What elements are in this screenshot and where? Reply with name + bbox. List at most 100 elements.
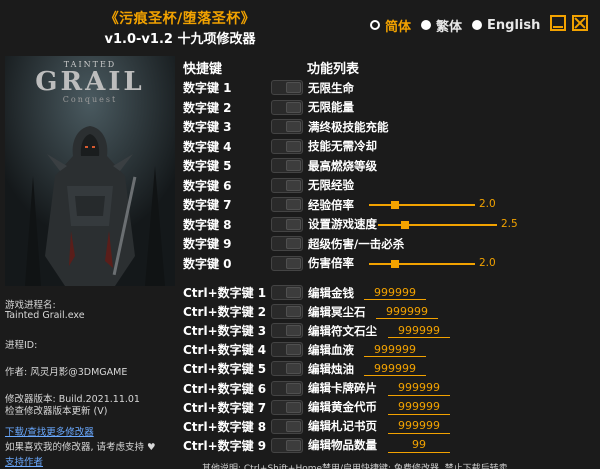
hotkey-label: Ctrl+数字键 1 <box>183 286 267 300</box>
multiplier-value: 2.0 <box>479 198 496 210</box>
edit-toggle[interactable] <box>271 285 303 300</box>
cheat-toggle[interactable] <box>271 197 303 212</box>
edit-toggle[interactable] <box>271 418 303 434</box>
value-input[interactable] <box>388 399 450 415</box>
feature-label: 编辑烛油 <box>308 361 354 376</box>
toggle-knob <box>286 160 301 171</box>
hotkey-label: 数字键 8 <box>183 217 232 232</box>
lang-traditional-label: 繁体 <box>436 19 463 35</box>
feature-label: 编辑黄金代币 <box>308 400 377 415</box>
multiplier-slider-knob[interactable] <box>391 259 399 268</box>
hotkey-label: 数字键 1 <box>183 81 232 95</box>
cheat-row: 数字键 7 经验倍率 2.0 <box>183 195 593 214</box>
cheat-row: 数字键 4 技能无需冷却 <box>183 137 593 156</box>
edit-toggle[interactable] <box>271 399 303 415</box>
download-more-link[interactable]: 下载/查找更多修改器 <box>5 424 94 438</box>
lang-simplified-label: 简体 <box>385 19 412 35</box>
hotkey-label: 数字键 6 <box>183 178 232 193</box>
lang-simplified-option[interactable]: 简体 <box>370 16 411 35</box>
feature-label: 设置游戏速度 <box>308 217 377 231</box>
support-text: 如果喜欢我的修改器, 请考虑支持 ♥ <box>5 442 156 453</box>
edit-row: Ctrl+数字键 3 编辑符文石尘 <box>183 321 593 340</box>
lang-traditional-option[interactable]: 繁体 <box>421 16 462 35</box>
support-author-link[interactable]: 支持作者 <box>5 454 43 468</box>
toggle-knob <box>286 257 301 269</box>
cheat-toggle[interactable] <box>271 255 303 271</box>
cheat-toggle[interactable] <box>271 177 303 193</box>
hotkey-label: Ctrl+数字键 5 <box>183 362 267 377</box>
cover-logo: TAINTED GRAIL Conquest <box>5 60 175 104</box>
cheat-toggle[interactable] <box>271 99 303 115</box>
hotkey-label: Ctrl+数字键 6 <box>183 381 267 396</box>
cover-logo-big: GRAIL <box>35 67 145 97</box>
close-button[interactable] <box>572 15 588 31</box>
feature-label: 经验倍率 <box>308 197 354 212</box>
lang-english-option[interactable]: English <box>472 18 540 33</box>
multiplier-slider-knob[interactable] <box>391 201 399 209</box>
pid-label: 进程ID: <box>5 340 38 351</box>
cover-logo-sub: Conquest <box>62 95 118 104</box>
value-input[interactable] <box>388 437 450 453</box>
toggle-knob <box>286 121 301 132</box>
hotkey-label: 数字键 4 <box>183 139 232 154</box>
radio-unselected-icon[interactable] <box>472 20 483 30</box>
value-input[interactable] <box>364 285 426 300</box>
feature-label: 无限能量 <box>308 100 354 114</box>
cheat-row: 数字键 0 伤害倍率 2.0 <box>183 254 593 273</box>
value-input[interactable] <box>388 323 450 339</box>
edit-toggle[interactable] <box>271 380 303 396</box>
toggle-knob <box>286 199 301 210</box>
toggle-knob <box>286 218 301 230</box>
hotkey-label: 数字键 9 <box>183 237 232 251</box>
edit-toggle[interactable] <box>271 361 303 377</box>
process-name: Tainted Grail.exe <box>5 310 85 321</box>
edit-toggle[interactable] <box>271 342 303 358</box>
value-input[interactable] <box>388 418 450 434</box>
edit-toggle[interactable] <box>271 437 303 453</box>
radio-selected-icon[interactable] <box>370 20 380 30</box>
multiplier-slider-knob[interactable] <box>401 220 410 229</box>
hotkey-label: Ctrl+数字键 8 <box>183 419 267 434</box>
cheat-row: 数字键 2 无限能量 <box>183 98 593 117</box>
cheat-row: 数字键 5 最高燃烧等级 <box>183 156 593 175</box>
cheat-toggle[interactable] <box>271 216 303 232</box>
cheat-toggle[interactable] <box>271 119 303 134</box>
cheat-row: 数字键 1 无限生命 <box>183 78 593 97</box>
edit-row: Ctrl+数字键 6 编辑卡牌碎片 <box>183 379 593 398</box>
radio-unselected-icon[interactable] <box>421 20 432 30</box>
toggle-knob <box>286 140 301 152</box>
feature-label: 无限生命 <box>308 80 354 95</box>
hotkey-label: Ctrl+数字键 4 <box>183 343 267 358</box>
edit-toggle[interactable] <box>271 304 303 320</box>
feature-label: 编辑符文石尘 <box>308 323 377 338</box>
multiplier-slider-track[interactable] <box>378 223 497 226</box>
toggle-knob <box>286 382 301 394</box>
toggle-knob <box>286 401 301 413</box>
value-input[interactable] <box>388 380 450 396</box>
feature-label: 伤害倍率 <box>308 256 354 270</box>
value-input[interactable] <box>376 304 438 320</box>
feature-column-header: 功能列表 <box>307 62 360 77</box>
toggle-knob <box>286 420 301 432</box>
value-input[interactable] <box>364 361 426 377</box>
edit-toggle[interactable] <box>271 323 303 339</box>
cheat-toggle[interactable] <box>271 80 303 95</box>
hotkey-label: 数字键 5 <box>183 159 232 173</box>
multiplier-slider-track[interactable] <box>369 262 475 265</box>
value-input[interactable] <box>364 342 426 358</box>
cheat-toggle[interactable] <box>271 138 303 154</box>
edit-row: Ctrl+数字键 5 编辑烛油 <box>183 359 593 378</box>
toggle-knob <box>286 238 301 249</box>
hotkey-label: Ctrl+数字键 2 <box>183 305 267 320</box>
toggle-knob <box>286 179 301 191</box>
cheat-toggle[interactable] <box>271 158 303 173</box>
feature-label: 满终极技能充能 <box>308 119 389 134</box>
toggle-knob <box>286 306 301 318</box>
multiplier-slider-track[interactable] <box>369 204 475 206</box>
minimize-button[interactable] <box>550 15 566 31</box>
check-update-link[interactable]: 检查修改器版本更新 (V) <box>5 403 107 417</box>
edit-row: Ctrl+数字键 9 编辑物品数量 <box>183 436 593 455</box>
hotkey-label: 数字键 2 <box>183 100 232 115</box>
cheat-toggle[interactable] <box>271 236 303 251</box>
feature-label: 编辑血液 <box>308 342 354 357</box>
